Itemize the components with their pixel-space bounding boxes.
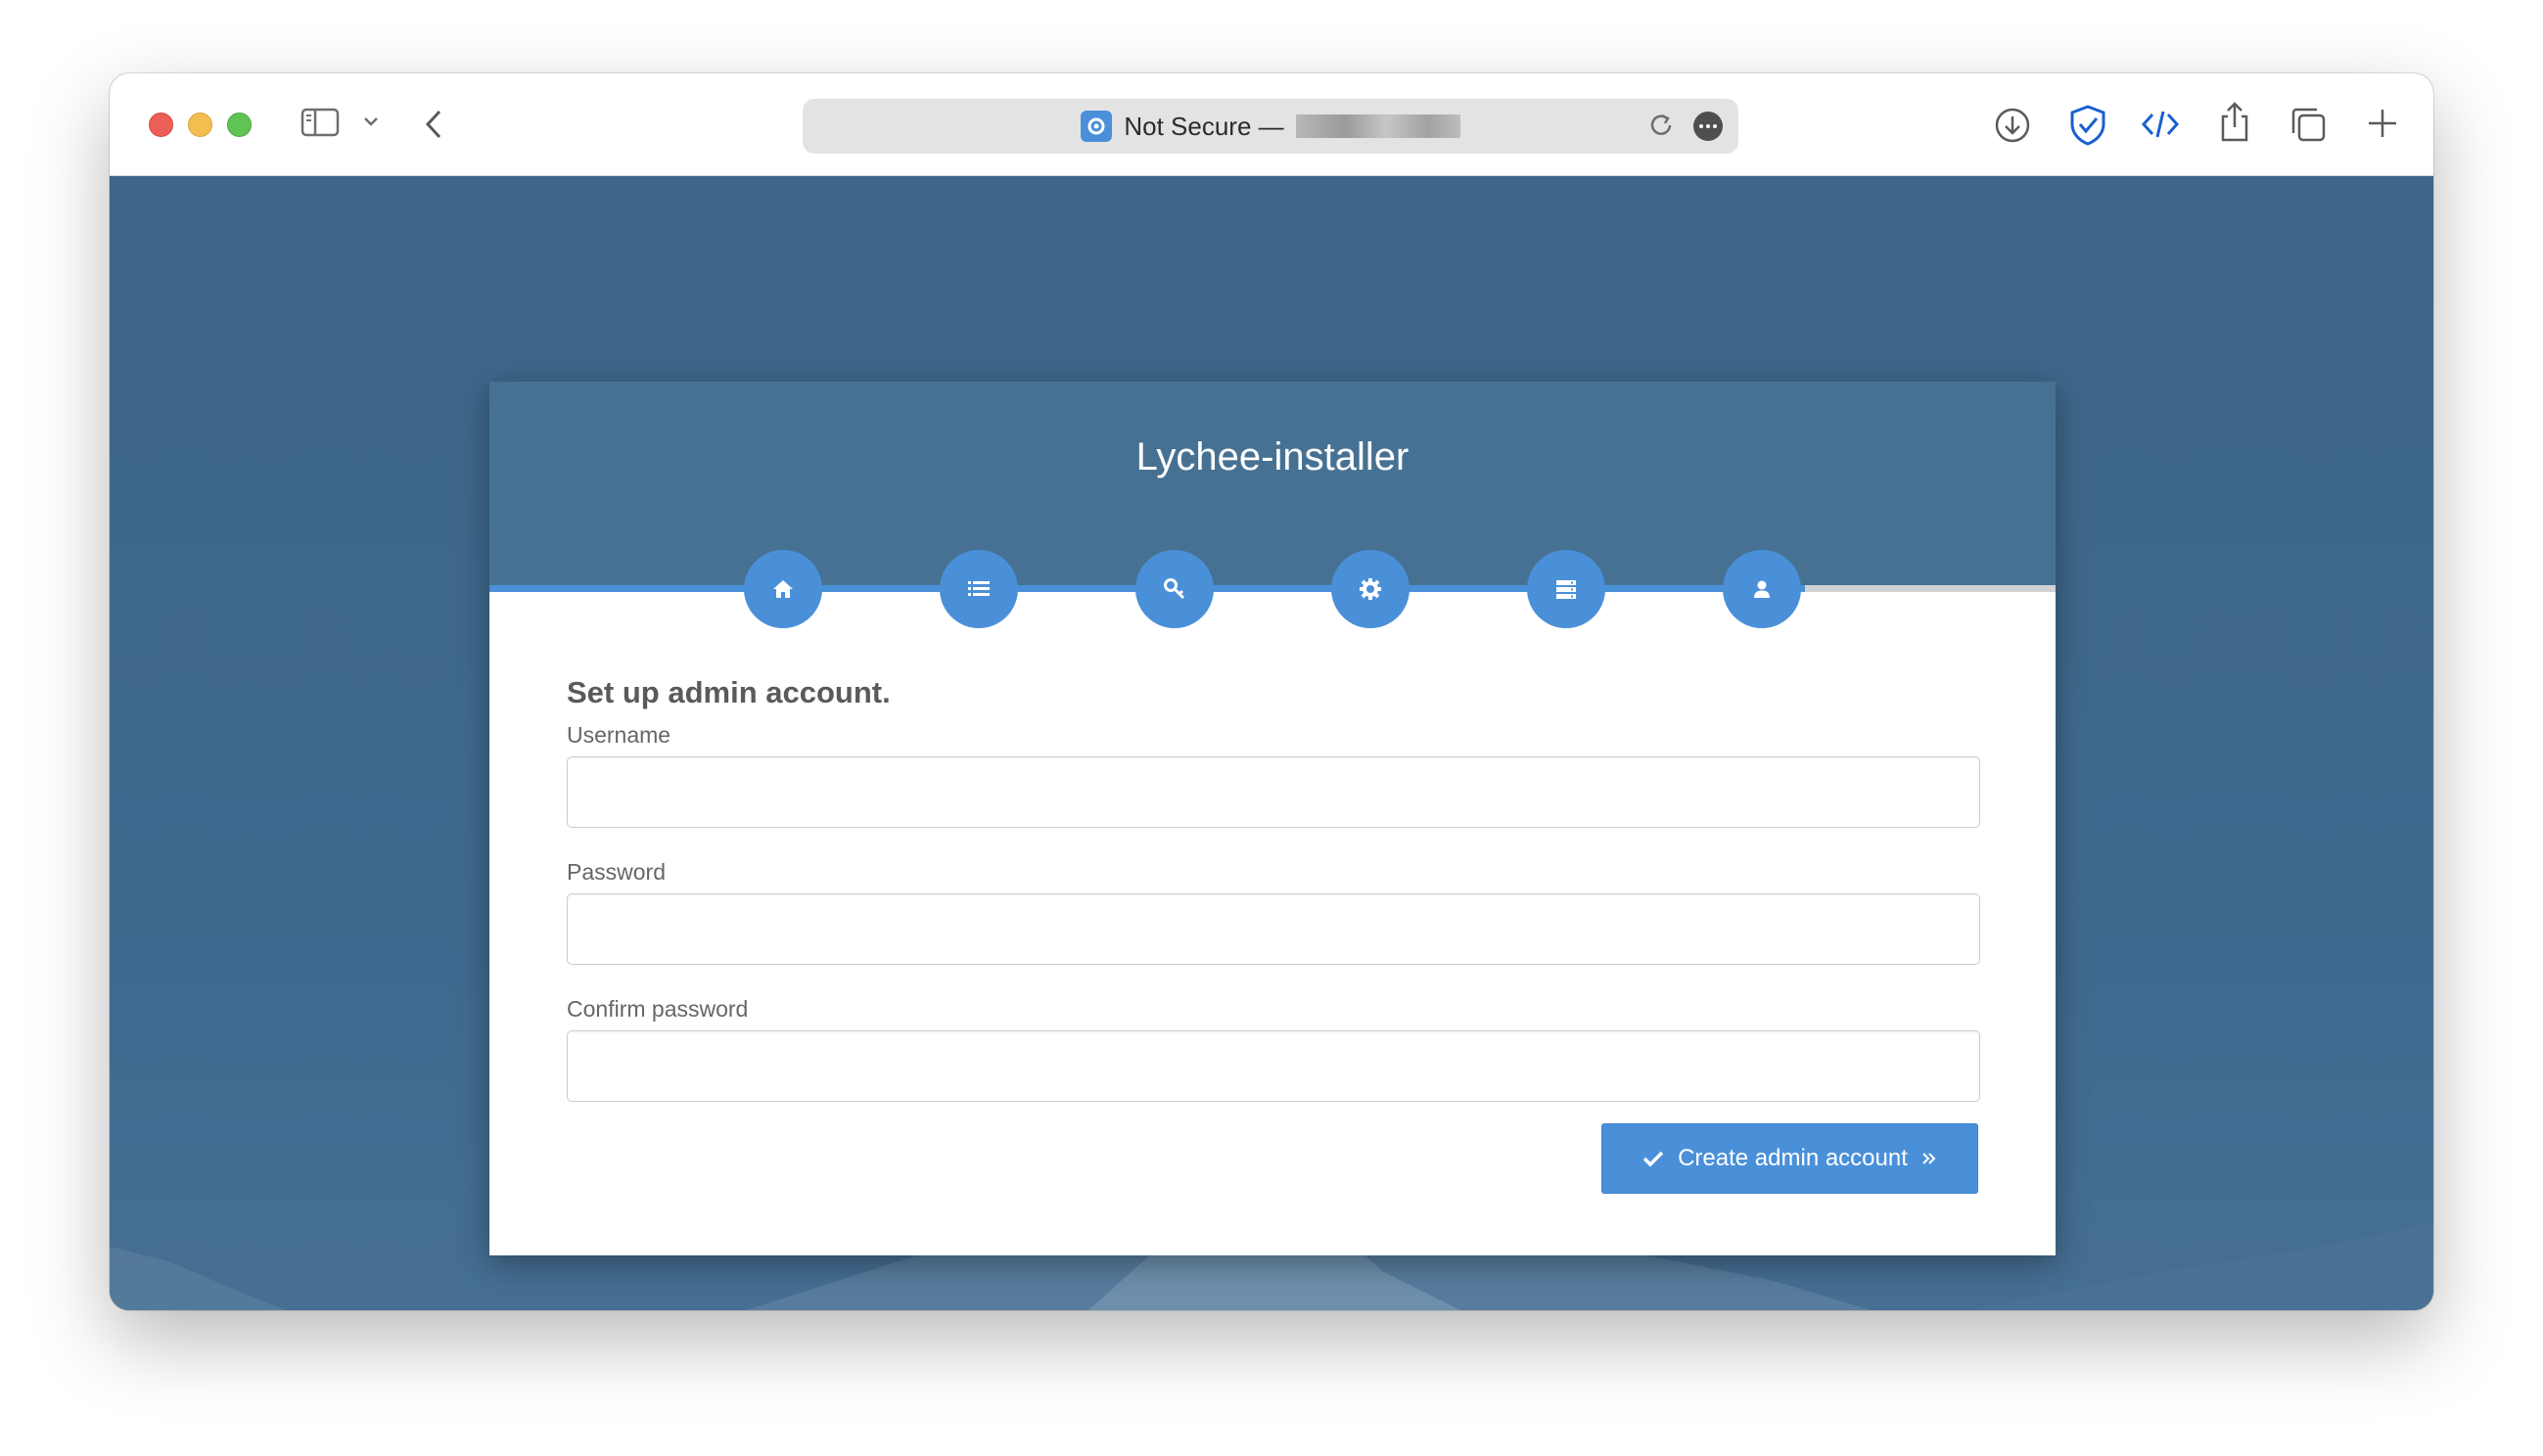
site-favicon-icon	[1081, 111, 1113, 142]
redacted-hostname	[1295, 114, 1460, 138]
password-label: Password	[567, 859, 666, 885]
list-icon	[968, 581, 990, 596]
home-icon	[773, 580, 793, 598]
password-field[interactable]	[567, 893, 1980, 965]
new-tab-icon[interactable]	[2365, 106, 2400, 141]
form-heading: Set up admin account.	[567, 675, 891, 709]
address-security-label: Not Secure —	[1124, 111, 1284, 141]
installer-title: Lychee-installer	[1135, 435, 1410, 478]
double-chevron-right-icon	[1922, 1153, 1936, 1164]
username-label: Username	[567, 722, 671, 748]
more-icon[interactable]	[1693, 112, 1723, 141]
key-icon	[1164, 578, 1185, 600]
installer-card: Lychee-installer Set up admin account. U…	[489, 382, 2056, 1255]
user-icon	[1754, 580, 1770, 598]
zoom-window-button[interactable]	[227, 113, 252, 137]
tabs-icon[interactable]	[2289, 105, 2328, 144]
shield-icon[interactable]	[2067, 104, 2108, 147]
step-migrate[interactable]	[1527, 550, 1605, 628]
download-icon[interactable]	[1993, 106, 2032, 145]
minimize-window-button[interactable]	[188, 113, 212, 137]
chevron-down-icon[interactable]	[362, 114, 380, 128]
confirm-password-label: Confirm password	[567, 996, 749, 1022]
browser-window: Not Secure — Lychee-installer Set up adm…	[110, 73, 2433, 1310]
close-window-button[interactable]	[149, 113, 173, 137]
address-bar[interactable]: Not Secure —	[803, 99, 1738, 154]
create-admin-account-label: Create admin account	[1678, 1145, 1908, 1171]
share-icon[interactable]	[2217, 101, 2252, 144]
create-admin-account-button[interactable]: Create admin account	[1601, 1123, 1978, 1194]
gear-icon	[1360, 578, 1381, 600]
confirm-password-field[interactable]	[567, 1030, 1980, 1102]
step-requirements[interactable]	[940, 550, 1018, 628]
username-field[interactable]	[567, 756, 1980, 828]
server-icon	[1556, 580, 1576, 599]
code-icon[interactable]	[2141, 107, 2180, 142]
sidebar-icon[interactable]	[301, 107, 340, 138]
step-progress-bar	[489, 585, 2056, 592]
step-welcome[interactable]	[744, 550, 822, 628]
reload-icon[interactable]	[1648, 112, 1676, 141]
check-icon	[1642, 1151, 1664, 1167]
back-icon[interactable]	[421, 107, 446, 142]
browser-toolbar: Not Secure —	[110, 73, 2433, 176]
step-environment[interactable]	[1331, 550, 1410, 628]
installer-header: Lychee-installer	[489, 382, 2056, 587]
step-admin-account[interactable]	[1723, 550, 1801, 628]
step-permissions[interactable]	[1135, 550, 1214, 628]
page-content: Lychee-installer Set up admin account. U…	[110, 176, 2433, 1310]
